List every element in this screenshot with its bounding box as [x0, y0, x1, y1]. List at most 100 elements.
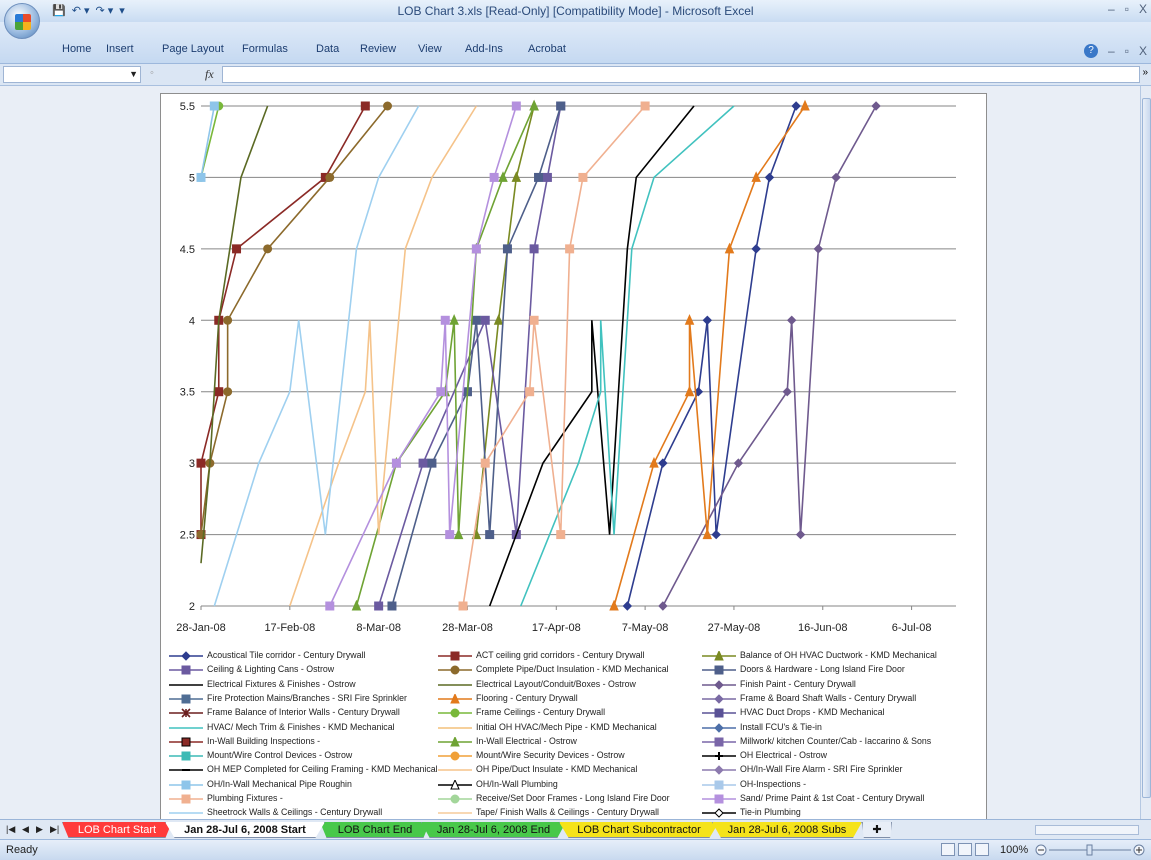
zoom-level[interactable]: 100%: [1000, 844, 1028, 856]
legend-label: Electrical Layout/Conduit/Boxes - Ostrow: [476, 678, 636, 689]
data-point: [223, 387, 233, 397]
sheet-tab[interactable]: LOB Chart Start: [62, 822, 172, 838]
legend-swatch: [438, 812, 472, 815]
sheet-tab[interactable]: Jan 28-Jul 6, 2008 Start: [165, 822, 325, 838]
office-button[interactable]: [4, 3, 40, 39]
data-point: [181, 794, 191, 804]
x-tick-label: 7-May-08: [622, 622, 668, 634]
data-point: [181, 665, 191, 675]
data-point: [529, 315, 539, 325]
tab-home[interactable]: Home: [62, 43, 91, 55]
data-point: [181, 651, 191, 661]
sheet-tab[interactable]: LOB Chart End: [320, 822, 430, 838]
tab-insert[interactable]: Insert: [106, 43, 134, 55]
legend-label: Mount/Wire Security Devices - Ostrow: [476, 750, 625, 761]
legend-swatch: [438, 736, 472, 747]
legend-label: Finish Paint - Century Drywall: [740, 678, 856, 689]
y-tick-label: 2.5: [180, 530, 195, 542]
tab-add-ins[interactable]: Add-Ins: [465, 43, 503, 55]
data-point: [471, 244, 481, 254]
legend-label: Ceiling & Lighting Cans - Ostrow: [207, 664, 335, 675]
data-point: [711, 529, 721, 540]
vertical-scrollbar-thumb[interactable]: [1142, 98, 1151, 798]
restore-button[interactable]: ▫: [1125, 2, 1129, 16]
ribbon: Home Insert Page Layout Formulas Data Re…: [0, 22, 1151, 64]
legend-label: OH Electrical - Ostrow: [740, 750, 828, 761]
horizontal-scrollbar[interactable]: [1035, 825, 1139, 835]
sheet-tab[interactable]: Jan 28-Jul 6, 2008 End: [421, 822, 566, 838]
data-point: [714, 722, 724, 733]
ribbon-restore-button[interactable]: ▫: [1125, 44, 1129, 58]
last-sheet-icon[interactable]: ▶|: [50, 824, 59, 835]
insert-function-button[interactable]: fx: [205, 67, 214, 82]
legend-marker: [450, 651, 460, 661]
data-point: [542, 172, 552, 182]
y-tick-label: 4.5: [180, 244, 195, 256]
tab-view[interactable]: View: [418, 43, 442, 55]
close-button[interactable]: X: [1139, 2, 1147, 16]
data-point: [751, 244, 761, 254]
data-point: [427, 458, 437, 468]
legend-label: Electrical Fixtures & Finishes - Ostrow: [207, 678, 356, 689]
data-point: [714, 737, 724, 747]
chevron-down-icon[interactable]: ▼: [129, 69, 138, 79]
series-line: [213, 105, 420, 607]
data-point: [391, 458, 401, 468]
legend-label: Tie-in Plumbing: [740, 807, 801, 818]
tab-acrobat[interactable]: Acrobat: [528, 43, 566, 55]
ribbon-minimize-button[interactable]: –: [1108, 44, 1115, 58]
first-sheet-icon[interactable]: |◀: [6, 824, 15, 835]
series-line: [196, 101, 224, 182]
tab-page-layout[interactable]: Page Layout: [162, 43, 224, 55]
name-box[interactable]: ▼: [3, 66, 141, 83]
legend-swatch: [702, 665, 736, 675]
insert-sheet-button[interactable]: ✚: [862, 822, 892, 838]
data-point: [795, 529, 806, 540]
tab-review[interactable]: Review: [360, 43, 396, 55]
series-path: [200, 105, 269, 564]
data-point: [458, 601, 468, 611]
normal-view-button[interactable]: [941, 843, 955, 856]
page-layout-view-button[interactable]: [958, 843, 972, 856]
data-point: [622, 601, 633, 611]
sheet-tab[interactable]: LOB Chart Subcontractor: [559, 822, 719, 838]
legend-swatch: [169, 665, 203, 675]
sheet-tab[interactable]: Jan 28-Jul 6, 2008 Subs: [712, 822, 862, 838]
vertical-scrollbar[interactable]: [1140, 86, 1151, 819]
data-point: [181, 737, 191, 747]
data-point: [702, 528, 713, 540]
minimize-button[interactable]: –: [1108, 2, 1115, 16]
legend-marker: [714, 794, 724, 804]
data-point: [511, 101, 521, 111]
tab-formulas[interactable]: Formulas: [242, 43, 288, 55]
legend-marker: [450, 794, 460, 804]
legend-label: OH Pipe/Duct Insulate - KMD Mechanical: [476, 764, 638, 775]
y-tick-label: 3: [189, 458, 195, 470]
page-break-view-button[interactable]: [975, 843, 989, 856]
legend-swatch: [169, 812, 203, 815]
chart[interactable]: 2 2.5 3 3.5 4 4.5 5 5.5 28-Jan-08 17-Feb-08 8-Mar-…: [160, 93, 987, 827]
data-point: [764, 172, 775, 183]
legend-marker: [181, 751, 191, 761]
data-point: [450, 794, 460, 804]
status-bar: Ready 100%: [0, 839, 1151, 860]
y-tick-label: 2: [189, 601, 195, 613]
ribbon-close-button[interactable]: X: [1139, 44, 1147, 58]
next-sheet-icon[interactable]: ▶: [36, 824, 43, 835]
help-icon[interactable]: ?: [1084, 44, 1099, 58]
data-point: [714, 694, 724, 704]
legend-swatch: [438, 726, 472, 729]
legend-swatch: [438, 693, 472, 704]
legend-label: OH-Inspections -: [740, 778, 806, 789]
legend-swatch: [702, 708, 736, 718]
data-point: [480, 458, 490, 468]
data-point: [714, 679, 724, 690]
formula-input[interactable]: [222, 66, 1140, 83]
legend-marker: [714, 722, 724, 733]
x-tick-label: 17-Feb-08: [264, 622, 315, 634]
data-point: [714, 808, 724, 819]
prev-sheet-icon[interactable]: ◀: [22, 824, 29, 835]
expand-formula-bar-icon[interactable]: »: [1142, 67, 1148, 78]
zoom-slider[interactable]: [1035, 844, 1145, 856]
tab-data[interactable]: Data: [316, 43, 339, 55]
